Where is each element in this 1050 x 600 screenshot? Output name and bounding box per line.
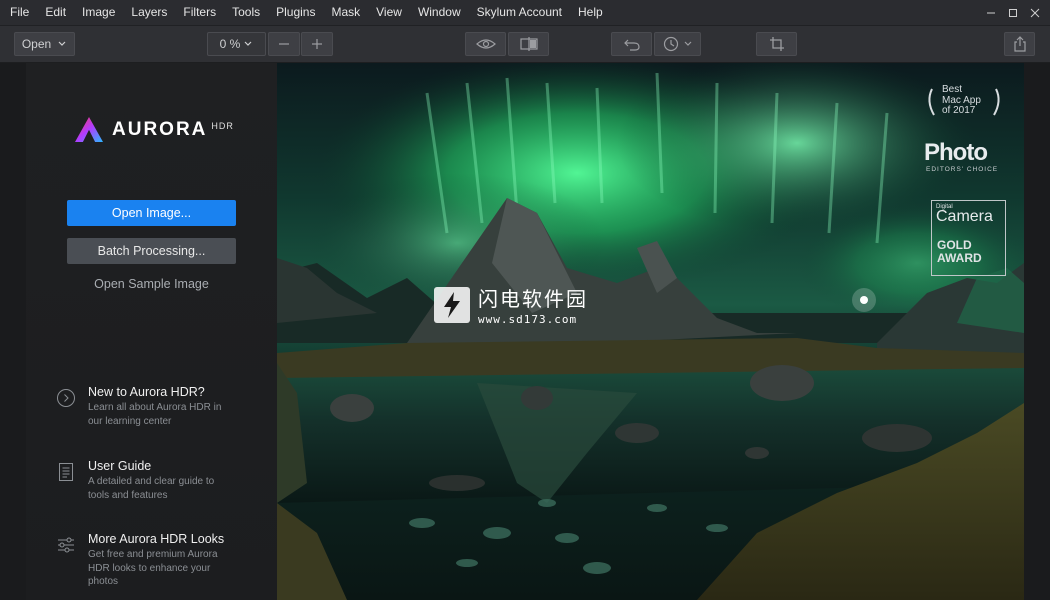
best-mac-app-badge: Best Mac App of 2017 xyxy=(924,84,1004,119)
logo-suffix: HDR xyxy=(211,121,234,131)
award-line: AWARD xyxy=(937,251,982,265)
split-view-icon xyxy=(519,37,538,51)
menu-tools[interactable]: Tools xyxy=(224,0,268,25)
undo-button[interactable] xyxy=(611,32,652,56)
camera-title: Camera xyxy=(936,208,993,225)
menu-view[interactable]: View xyxy=(368,0,410,25)
close-icon[interactable] xyxy=(1026,3,1044,23)
history-dropdown[interactable] xyxy=(654,32,701,56)
watermark: 闪电软件园 www.sd173.com xyxy=(434,283,588,326)
chevron-circle-icon xyxy=(57,389,75,407)
chevron-down-icon xyxy=(244,41,252,46)
open-image-button[interactable]: Open Image... xyxy=(67,200,236,226)
info-description: A detailed and clear guide to tools and … xyxy=(88,476,215,501)
digital-camera-badge: Digital Camera GOLD AWARD xyxy=(931,200,1006,276)
plus-icon xyxy=(312,39,322,49)
batch-processing-button[interactable]: Batch Processing... xyxy=(67,238,236,264)
info-title: More Aurora HDR Looks xyxy=(88,532,225,546)
minus-icon xyxy=(279,43,289,45)
share-button[interactable] xyxy=(1004,32,1035,56)
menu-window[interactable]: Window xyxy=(410,0,469,25)
lightning-logo-icon xyxy=(434,286,470,323)
aurora-logo-icon xyxy=(75,117,103,142)
info-title: User Guide xyxy=(88,459,152,473)
menu-skylum-account[interactable]: Skylum Account xyxy=(469,0,570,25)
minimize-icon[interactable] xyxy=(982,3,1000,23)
zoom-dropdown[interactable]: 0 % xyxy=(207,32,266,56)
info-description: Learn all about Aurora HDR in our learni… xyxy=(88,402,222,427)
menu-bar: File Edit Image Layers Filters Tools Plu… xyxy=(0,0,1050,26)
menu-plugins[interactable]: Plugins xyxy=(268,0,323,25)
gold-award-text: GOLD AWARD xyxy=(937,239,982,265)
logo-name: AURORA xyxy=(112,119,208,140)
maximize-icon[interactable] xyxy=(1004,3,1022,23)
watermark-url: www.sd173.com xyxy=(478,313,578,326)
menu-image[interactable]: Image xyxy=(74,0,123,25)
digital-photo-title: Photo xyxy=(924,139,988,166)
chevron-down-icon xyxy=(684,41,691,46)
menu-edit[interactable]: Edit xyxy=(37,0,74,25)
chevron-down-icon xyxy=(58,41,66,46)
open-label: Open xyxy=(21,37,52,51)
award-line: of 2017 xyxy=(942,105,976,116)
share-icon xyxy=(1013,36,1026,52)
best-mac-app-text: Best Mac App of 2017 xyxy=(942,84,981,117)
zoom-in-button[interactable] xyxy=(301,32,333,56)
compare-button[interactable] xyxy=(508,32,549,56)
info-title: New to Aurora HDR? xyxy=(88,385,205,399)
aurora-logo: AURORA HDR xyxy=(74,116,234,144)
zoom-out-button[interactable] xyxy=(268,32,300,56)
menu-file[interactable]: File xyxy=(0,0,37,25)
eye-icon xyxy=(475,39,496,49)
aurora-landscape-image xyxy=(277,63,1024,600)
watermark-title: 闪电软件园 xyxy=(478,287,588,311)
menu-mask[interactable]: Mask xyxy=(323,0,368,25)
undo-icon xyxy=(623,39,640,51)
right-gutter xyxy=(1024,63,1050,600)
open-sample-image-link[interactable]: Open Sample Image xyxy=(67,277,236,291)
preview-button[interactable] xyxy=(465,32,506,56)
clock-icon xyxy=(663,36,678,52)
award-line: Best xyxy=(942,84,963,95)
crop-button[interactable] xyxy=(756,32,797,56)
menu-help[interactable]: Help xyxy=(570,0,611,25)
document-icon xyxy=(59,463,73,481)
menu-layers[interactable]: Layers xyxy=(123,0,175,25)
zoom-value: 0 % xyxy=(219,37,241,51)
window-controls xyxy=(982,0,1044,25)
toolbar: Open 0 % xyxy=(0,26,1050,63)
crop-icon xyxy=(769,37,784,51)
editors-choice-text: EDITORS' CHOICE xyxy=(926,166,999,173)
open-dropdown-button[interactable]: Open xyxy=(14,32,75,56)
welcome-panel: AURORA HDR Open Image... Batch Processin… xyxy=(26,63,277,600)
menu-filters[interactable]: Filters xyxy=(175,0,224,25)
digital-photo-badge: Photo EDITORS' CHOICE xyxy=(924,139,1006,179)
sliders-icon xyxy=(58,537,74,553)
info-description: Get free and premium Aurora HDR looks to… xyxy=(88,549,218,587)
sample-photo: Best Mac App of 2017 Photo EDITORS' CHOI… xyxy=(277,63,1024,600)
